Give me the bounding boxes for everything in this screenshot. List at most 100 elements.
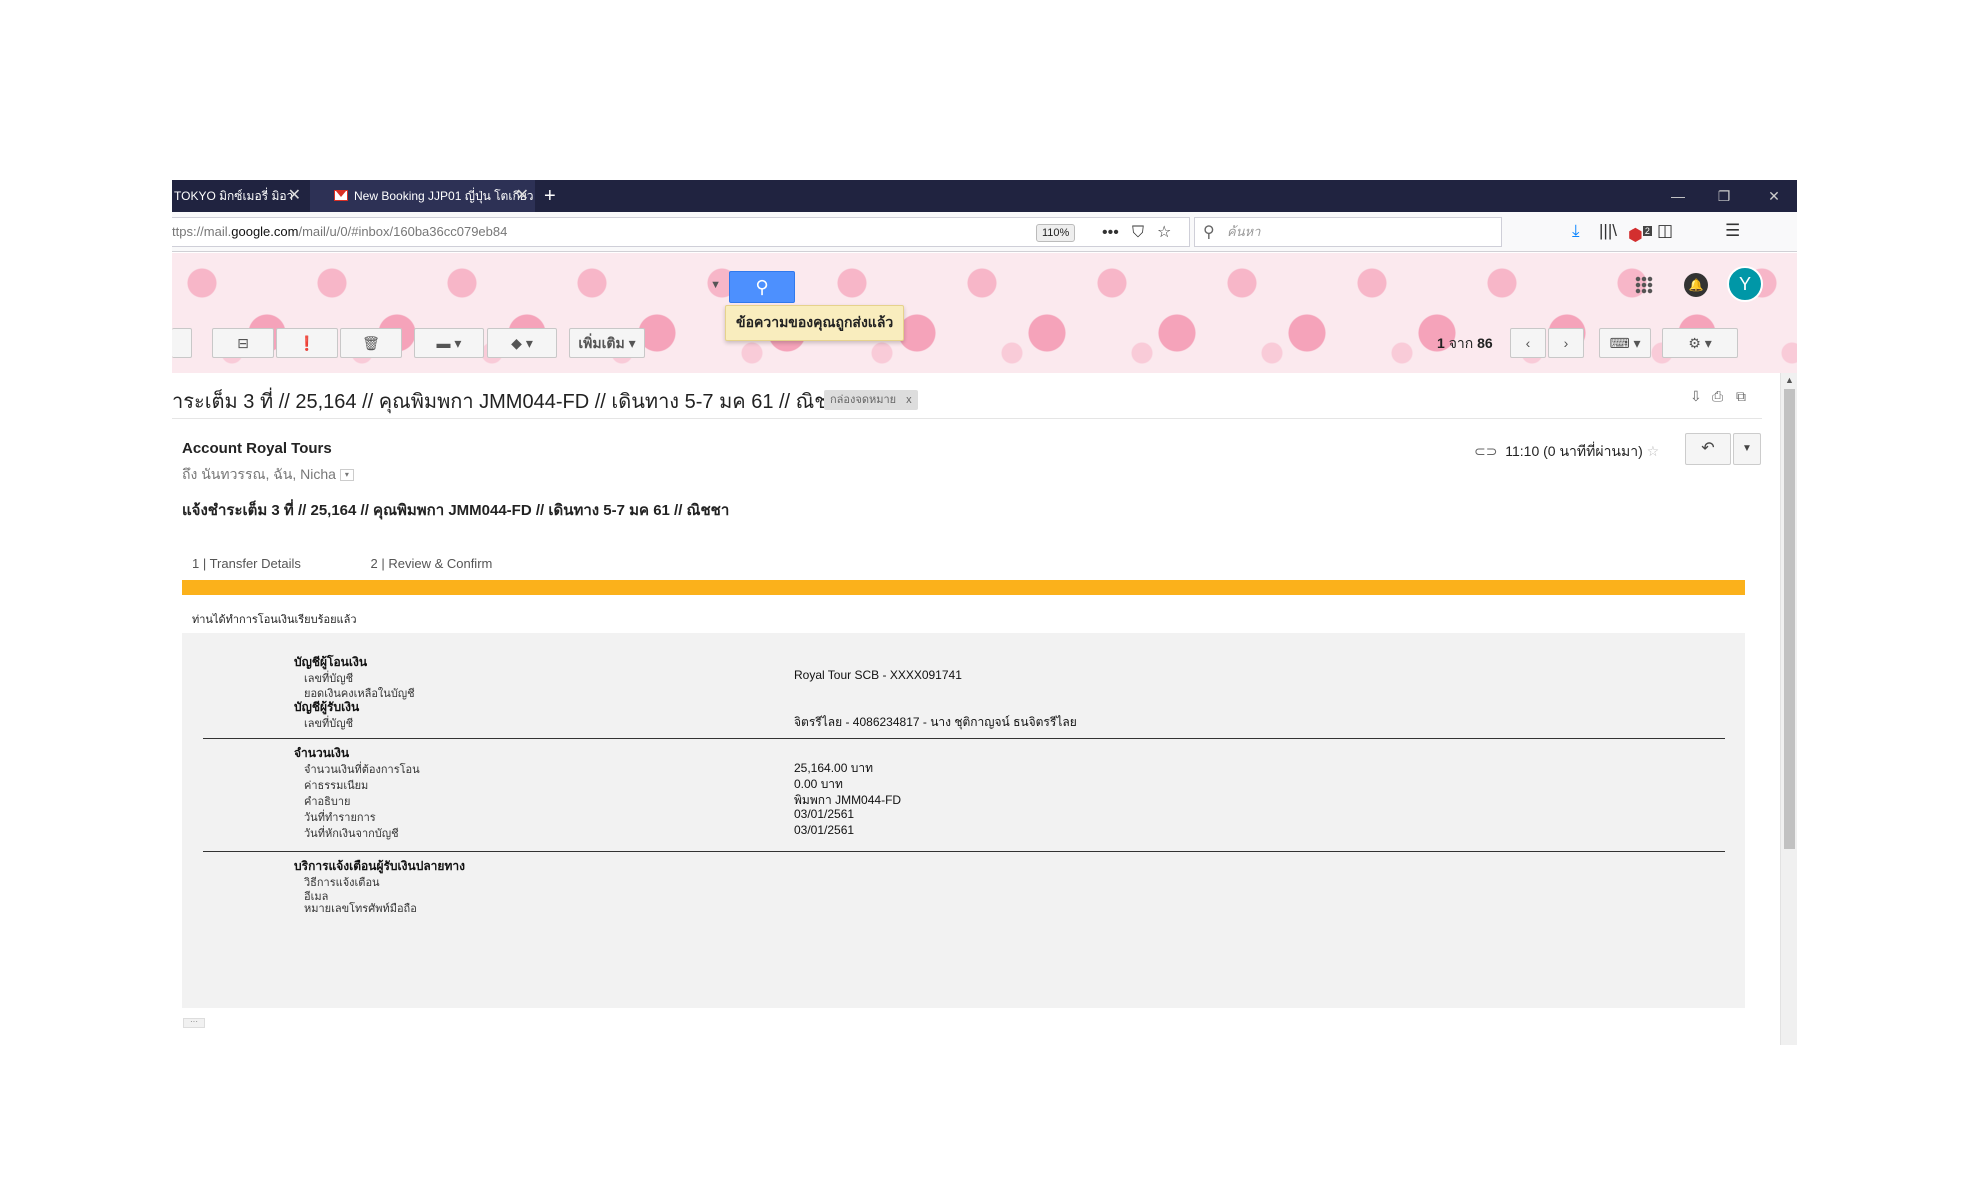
tag-icon: ◆ ▾ <box>511 335 533 351</box>
report-spam-button[interactable]: ❗ <box>276 328 338 358</box>
chevron-left-icon: ‹ <box>1525 335 1531 351</box>
adblock-icon[interactable]: ⬢ 2 <box>1628 221 1652 246</box>
reply-icon: ↶ <box>1701 440 1715 457</box>
close-tab-icon[interactable]: ✕ <box>288 180 301 212</box>
gmail-icon <box>334 190 348 201</box>
archive-button[interactable]: ⊟ <box>212 328 274 358</box>
show-details-icon[interactable]: ▾ <box>339 469 354 482</box>
pocket-icon[interactable]: ⛉ <box>1132 224 1144 242</box>
message-meta: ⊂⊃ 11:10 (0 นาทีที่ผ่านมา) ☆ <box>1474 441 1659 463</box>
scroll-up-icon[interactable]: ▲ <box>1785 375 1794 385</box>
newer-button[interactable]: ‹ <box>1510 328 1546 358</box>
close-tab-icon[interactable]: ✕ <box>516 180 529 212</box>
search-icon: ⚲ <box>755 277 769 297</box>
input-tools-button[interactable]: ⌨ ▾ <box>1599 328 1651 358</box>
progress-bar <box>182 580 1745 595</box>
message-view: ำระเต็ม 3 ที่ // 25,164 // คุณพิมพกา JMM… <box>172 373 1780 1045</box>
transfer-panel: บัญชีผู้โอนเงิน เลขที่บัญชี Royal Tour S… <box>182 633 1745 1008</box>
show-trimmed-content-button[interactable]: ··· <box>183 1018 205 1028</box>
more-actions-button[interactable]: ▼ <box>1733 433 1761 465</box>
reply-button[interactable]: ↶ <box>1685 433 1731 465</box>
new-tab-icon[interactable]: + <box>544 180 556 212</box>
older-button[interactable]: › <box>1548 328 1584 358</box>
screenshot: TOKYO มิกซ์เมอรี่ มิอา ✕ New Booking JJP… <box>0 0 1977 1183</box>
debit-date-label: วันที่หักเงินจากบัญชี <box>304 828 399 840</box>
txn-date-value: 03/01/2561 <box>794 807 855 821</box>
search-icon: ⚲ <box>1203 224 1215 241</box>
divider <box>203 738 1725 739</box>
url-text: ttps://mail.google.com/mail/u/0/#inbox/1… <box>172 224 508 239</box>
apps-grid-icon[interactable] <box>1635 276 1653 294</box>
body-subject: แจ้งชำระเต็ม 3 ที่ // 25,164 // คุณพิมพก… <box>182 502 730 519</box>
sidebar-icon[interactable]: ◫ <box>1657 221 1673 241</box>
divider <box>172 418 1762 419</box>
tab-tokyo[interactable]: TOKYO มิกซ์เมอรี่ มิอา ✕ <box>172 180 307 212</box>
inbox-label[interactable]: กล่องจดหมาย x <box>824 390 918 410</box>
transfer-rows: บัญชีผู้โอนเงิน เลขที่บัญชี Royal Tour S… <box>182 633 1745 1008</box>
pager: 1 จาก 86 <box>1437 335 1493 351</box>
browser-window: TOKYO มิกซ์เมอรี่ มิอา ✕ New Booking JJP… <box>172 180 1797 1045</box>
sent-notification: ข้อความของคุณถูกส่งแล้ว <box>725 305 905 341</box>
settings-button[interactable]: ⚙ ▾ <box>1662 328 1738 358</box>
browser-search-input[interactable]: ⚲ ค้นหา <box>1194 217 1502 247</box>
debit-date-value: 03/01/2561 <box>794 823 855 837</box>
keyboard-icon: ⌨ ▾ <box>1609 335 1641 351</box>
move-to-button[interactable]: ▬ ▾ <box>414 328 484 358</box>
to-account-value: จิตรรีไลย - 4086234817 - นาง ชุติกาญจน์ … <box>794 715 1077 729</box>
address-bar[interactable]: ttps://mail.google.com/mail/u/0/#inbox/1… <box>172 217 1190 247</box>
delete-button[interactable]: 🗑 <box>340 328 402 358</box>
search-options-icon[interactable]: ▼ <box>710 279 721 291</box>
search-placeholder: ค้นหา <box>1227 224 1261 239</box>
nav-bar: ttps://mail.google.com/mail/u/0/#inbox/1… <box>172 212 1797 252</box>
step-2: 2 | Review & Confirm <box>370 556 493 571</box>
steps: 1 | Transfer Details 2 | Review & Confir… <box>192 556 558 571</box>
folder-icon: ▬ ▾ <box>436 335 462 351</box>
chevron-right-icon: › <box>1563 335 1569 351</box>
library-icon[interactable]: |||\ <box>1599 221 1617 241</box>
notifications-icon[interactable]: 🔔 <box>1684 273 1708 297</box>
done-message: ท่านได้ทำการโอนเงินเรียบร้อยแล้ว <box>192 614 357 626</box>
spam-icon: ❗ <box>298 335 316 351</box>
print-all-icon[interactable]: ⇩ <box>1690 388 1702 405</box>
gmail-search-button[interactable]: ⚲ <box>729 271 795 303</box>
more-button[interactable]: เพิ่มเติม ▾ <box>569 328 645 358</box>
scrollbar-thumb[interactable] <box>1784 389 1795 849</box>
to-account-label: เลขที่บัญชี <box>304 718 354 730</box>
gear-icon: ⚙ ▾ <box>1688 335 1712 351</box>
page-actions-icon[interactable]: ••• <box>1102 224 1119 242</box>
new-window-icon[interactable]: ⧉ <box>1736 388 1746 405</box>
download-icon[interactable]: ⤓ <box>1572 221 1580 241</box>
gmail-header: ▼ ⚲ ข้อความของคุณถูกส่งแล้ว 🔔 Y ⊟ ❗ 🗑 ▬ … <box>172 253 1797 373</box>
archive-icon: ⊟ <box>237 335 249 351</box>
remove-label-icon[interactable]: x <box>906 394 912 406</box>
from-account-value: Royal Tour SCB - XXXX091741 <box>794 668 962 682</box>
recipients-text: ถึง นันทวรรณ, ฉัน, Nicha <box>182 466 336 482</box>
bookmark-star-icon[interactable]: ☆ <box>1157 224 1171 242</box>
label-text: กล่องจดหมาย <box>830 394 897 406</box>
minimize-icon[interactable]: — <box>1655 180 1701 212</box>
recipients: ถึง นันทวรรณ, ฉัน, Nicha ▾ <box>182 464 354 486</box>
attachment-icon: ⊂⊃ <box>1474 443 1498 459</box>
avatar[interactable]: Y <box>1727 266 1763 302</box>
step-1: 1 | Transfer Details <box>192 556 301 571</box>
phone-label: หมายเลขโทรศัพท์มือถือ <box>304 903 417 915</box>
restore-icon[interactable]: ❐ <box>1701 180 1747 212</box>
tab-label: New Booking JJP01 ญี่ปุ่น โตเกียว <box>354 189 534 203</box>
menu-icon[interactable]: ☰ <box>1725 221 1740 241</box>
gmail-search-input[interactable]: ▼ <box>172 271 729 303</box>
print-icon[interactable]: ⎙ <box>1712 388 1723 405</box>
tab-gmail[interactable]: New Booking JJP01 ญี่ปุ่น โตเกียว ✕ <box>310 180 535 212</box>
back-button[interactable] <box>172 328 192 358</box>
chevron-down-icon: ▼ <box>1742 443 1752 454</box>
page-title: ำระเต็ม 3 ที่ // 25,164 // คุณพิมพกา JMM… <box>172 391 853 413</box>
tab-label: TOKYO มิกซ์เมอรี่ มิอา <box>174 189 294 203</box>
sender-name[interactable]: Account Royal Tours <box>182 440 332 457</box>
star-icon[interactable]: ☆ <box>1647 443 1660 459</box>
zoom-level[interactable]: 110% <box>1036 224 1076 242</box>
more-label: เพิ่มเติม <box>578 335 625 351</box>
tab-bar: TOKYO มิกซ์เมอรี่ มิอา ✕ New Booking JJP… <box>172 180 1797 212</box>
close-window-icon[interactable]: ✕ <box>1751 180 1797 212</box>
scrollbar[interactable]: ▲ <box>1780 373 1797 1045</box>
divider <box>203 851 1725 852</box>
labels-button[interactable]: ◆ ▾ <box>487 328 557 358</box>
